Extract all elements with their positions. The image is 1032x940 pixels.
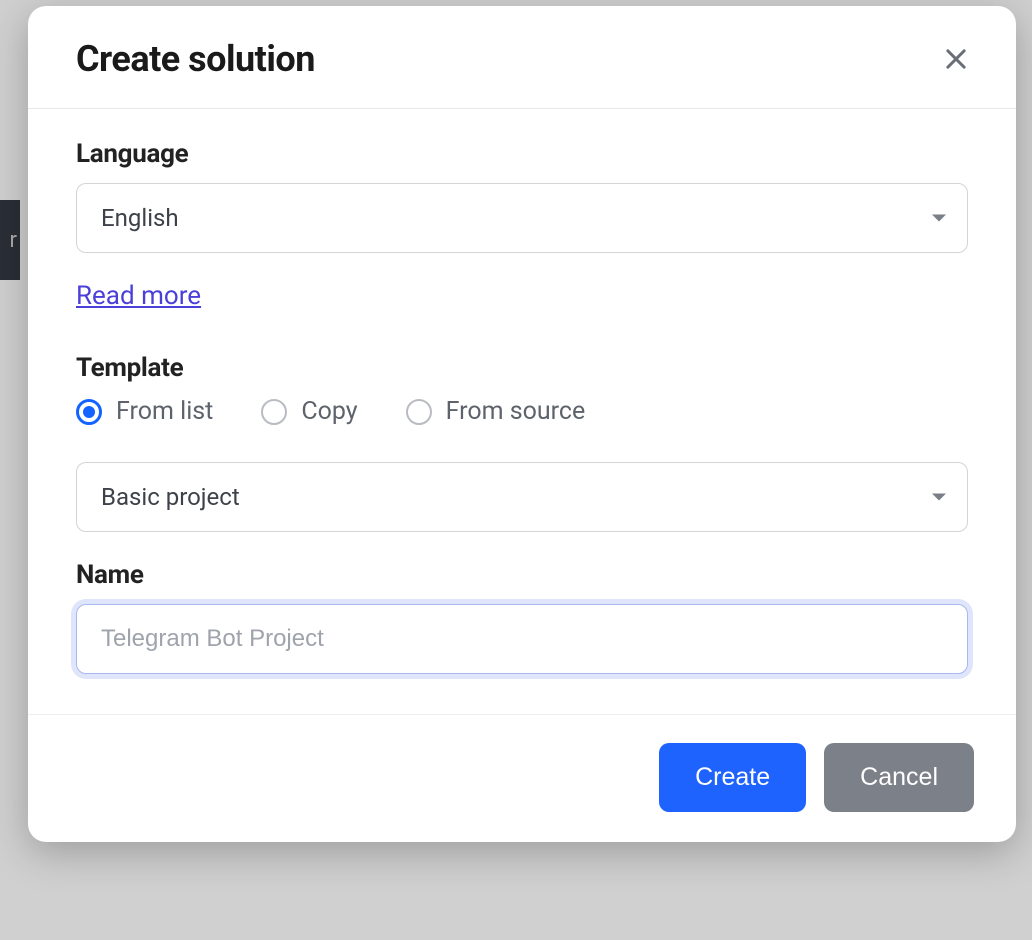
template-label: Template (76, 353, 968, 383)
radio-icon (406, 399, 432, 425)
template-project-select[interactable]: Basic project (76, 462, 968, 532)
language-select[interactable]: English (76, 183, 968, 253)
create-button[interactable]: Create (659, 743, 806, 812)
radio-copy[interactable]: Copy (261, 397, 357, 426)
radio-label-copy: Copy (301, 397, 357, 426)
modal-body: Language English Read more Template From… (28, 109, 1016, 714)
close-icon (942, 45, 970, 73)
template-section: Template From list Copy From source Basi… (76, 353, 968, 532)
language-selected-value: English (101, 204, 179, 232)
chevron-down-icon (932, 494, 946, 501)
name-section: Name (76, 560, 968, 674)
close-button[interactable] (936, 39, 976, 79)
template-project-value: Basic project (101, 483, 240, 511)
language-section: Language English Read more (76, 139, 968, 311)
modal-title: Create solution (76, 38, 315, 80)
radio-from-list[interactable]: From list (76, 397, 213, 426)
modal-footer: Create Cancel (28, 714, 1016, 842)
radio-from-source[interactable]: From source (406, 397, 586, 426)
name-input[interactable] (76, 604, 968, 674)
radio-icon (76, 399, 102, 425)
create-solution-modal: Create solution Language English Read mo… (28, 6, 1016, 842)
name-label: Name (76, 560, 968, 590)
radio-label-from-source: From source (446, 397, 586, 426)
template-radio-group: From list Copy From source (76, 397, 968, 426)
cancel-button[interactable]: Cancel (824, 743, 974, 812)
language-label: Language (76, 139, 968, 169)
read-more-link[interactable]: Read more (76, 281, 201, 311)
modal-header: Create solution (28, 6, 1016, 109)
background-fragment: r (0, 200, 20, 280)
radio-icon (261, 399, 287, 425)
chevron-down-icon (932, 215, 946, 222)
radio-label-from-list: From list (116, 397, 213, 426)
